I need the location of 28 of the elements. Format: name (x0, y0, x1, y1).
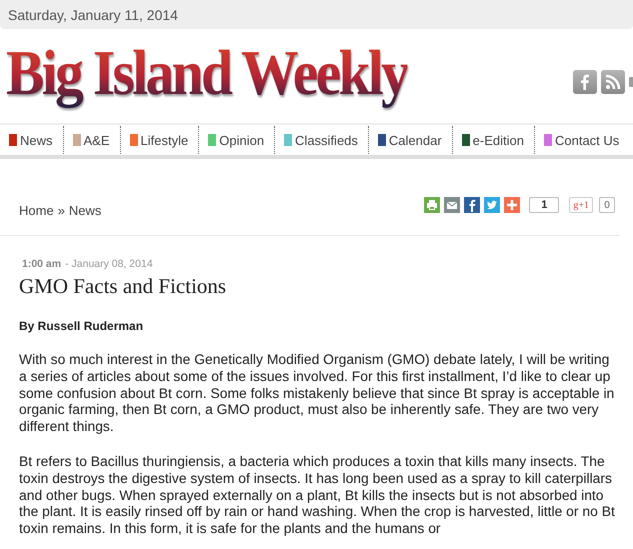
breadcrumb-link[interactable]: Home (19, 202, 54, 218)
twitter-icon[interactable] (484, 197, 500, 213)
like-count: 1 (529, 197, 560, 213)
email-icon[interactable] (444, 197, 460, 213)
article-paragraph: Bt refers to Bacillus thuringiensis, a bacteria which produces a toxin that kills many insects. The toxin destroys the digestive system of insects. It has long been used as a spray to kill caterpillars and other bugs. When sprayed externally on a plant, Bt kills the insects but is not absorbed into the plant. It is easily rinsed off by rain or hand washing. When the crop is harvested, little or no Bt toxin remains. In this form, it is safe for the plants and the humans or (19, 452, 616, 537)
post-date: - January 08, 2014 (65, 258, 153, 270)
nav-link[interactable]: Lifestyle (120, 126, 200, 154)
rss-icon[interactable] (601, 70, 625, 94)
nav-link[interactable]: e-Edition (452, 126, 535, 154)
nav-link[interactable]: Calendar (368, 126, 453, 154)
nav-link[interactable]: News (0, 126, 64, 154)
plus-icon[interactable] (504, 197, 520, 213)
breadcrumb-link[interactable]: News (68, 202, 102, 218)
article-paragraph: With so much interest in the Genetically Modified Organism (GMO) debate lately, I will be writing a series of articles about some of the issues involved. For this first installment, I’d like to clear up some confusion about Bt corn. Some folks mistakenly believe that since Bt spray is acceptable in organic farming, then Bt corn, a GMO product, must also be inherently safe. They are two very different things. (19, 351, 616, 435)
nav-link[interactable]: Contact Us (534, 126, 620, 154)
plus-count: 0 (599, 197, 615, 213)
nav-link[interactable]: Opinion (199, 126, 276, 154)
nav-link[interactable]: A&E (64, 126, 121, 154)
google-plus-button[interactable]: g+1 (569, 197, 593, 213)
article-title: GMO Facts and Fictions (19, 274, 228, 299)
nav-link[interactable]: Classifieds (275, 126, 369, 154)
post-time: 1:00 am (22, 258, 62, 270)
breadcrumb-separator: » (58, 202, 65, 218)
facebook-icon[interactable] (464, 197, 480, 213)
facebook-icon[interactable] (573, 70, 597, 94)
print-icon[interactable] (424, 197, 440, 213)
byline: By Russell Ruderman (19, 319, 144, 333)
date-text: Saturday, January 11, 2014 (8, 6, 178, 22)
